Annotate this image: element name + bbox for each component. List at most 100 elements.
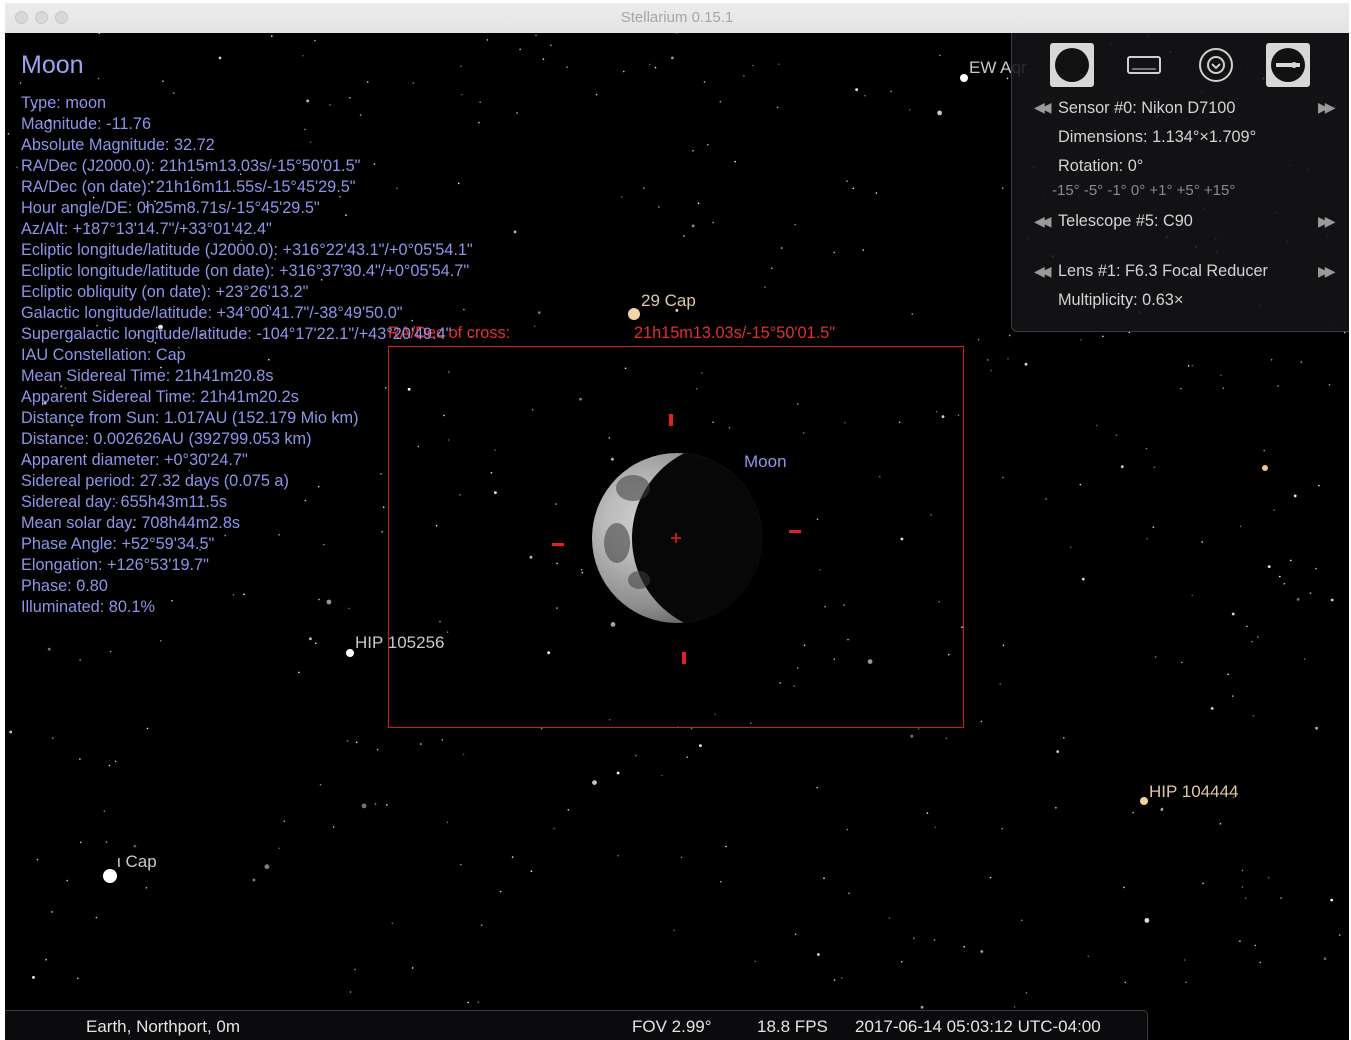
star [1154,656,1157,658]
previous-lens-icon[interactable]: ◀◀ [1034,263,1051,280]
star [1328,384,1331,386]
oculars-settings-button[interactable] [1266,43,1310,87]
bright-star[interactable] [628,308,640,320]
star [114,760,117,763]
sensor-name: Sensor #0: Nikon D7100 [1058,99,1236,117]
star [36,858,39,861]
lens-multiplicity: Multiplicity: 0.63× [1058,291,1184,309]
star [1283,582,1286,585]
star [7,133,10,135]
star [980,950,984,953]
star [376,748,379,751]
rotation-steps[interactable]: -15° -5° -1° 0° +1° +5° +15° [1052,182,1235,199]
ocular-toggle-button[interactable] [1194,43,1238,87]
star [1115,434,1118,437]
star [676,33,678,34]
star [79,841,82,844]
star [778,63,780,65]
star [146,727,149,730]
star [620,196,623,198]
star [1180,387,1182,390]
star-label-29-cap[interactable]: 29 Cap [641,291,696,311]
star [1013,1006,1016,1008]
star [1318,484,1320,487]
star [776,106,779,109]
status-bar: Earth, Northport, 0m FOV 2.99° 18.8 FPS … [5,1010,1148,1040]
star [467,1001,470,1004]
previous-telescope-icon[interactable]: ◀◀ [1034,213,1051,230]
sensor-dimensions: Dimensions: 1.134°×1.709° [1058,128,1257,146]
star [1220,374,1222,377]
star [833,979,836,981]
ccd-cross-value: 21h15m13.03s/-15°50'01.5" [634,324,835,342]
star [697,202,700,204]
star [567,809,570,811]
star [616,771,620,775]
star [823,877,825,879]
bright-star[interactable] [960,74,968,82]
star [1330,898,1334,902]
star [1021,919,1023,922]
object-info-line: Mean solar day: 708h44m2.8s [21,514,241,532]
star [910,734,914,738]
bright-star[interactable] [103,869,117,883]
star [1191,594,1193,597]
star [298,671,300,674]
star [480,924,483,926]
star [692,150,694,152]
star [1185,981,1187,984]
next-telescope-icon[interactable]: ▶▶ [1318,213,1335,230]
bright-star[interactable] [346,649,354,657]
star [530,870,533,872]
star [848,892,850,895]
star-label-hip-105256[interactable]: HIP 105256 [355,633,444,653]
previous-sensor-icon[interactable]: ◀◀ [1034,99,1051,116]
star [79,659,81,661]
star [707,144,709,146]
datetime-text[interactable]: 2017-06-14 05:03:12 UTC-04:00 [855,1017,1101,1037]
star [535,34,537,37]
bright-star[interactable] [1262,465,1268,471]
next-lens-icon[interactable]: ▶▶ [1318,263,1335,280]
star [673,929,675,932]
star [846,828,849,831]
star [725,845,727,848]
crosshair-tick-bottom [682,652,686,664]
star [542,58,545,60]
lens-name: Lens #1: F6.3 Focal Reducer [1058,262,1268,280]
star [980,720,983,723]
object-info-line: RA/Dec (J2000.0): 21h15m13.03s/-15°50'01… [21,157,361,175]
star [391,922,394,925]
star [817,953,820,956]
star-label-hip-104444[interactable]: HIP 104444 [1149,782,1238,802]
next-sensor-icon[interactable]: ▶▶ [1318,99,1335,116]
moon-label[interactable]: Moon [744,452,787,472]
star [989,876,992,879]
star [1191,364,1194,367]
star [1330,598,1334,602]
star [32,976,35,979]
ccd-toggle-button[interactable] [1050,43,1094,87]
title-bar[interactable]: Stellarium 0.15.1 [5,3,1349,34]
star [1210,707,1214,710]
star [920,1005,924,1009]
location-text[interactable]: Earth, Northport, 0m [86,1017,240,1037]
star [145,887,148,889]
star [703,81,706,83]
star [939,54,941,57]
star [540,727,543,730]
bright-star[interactable] [1140,797,1148,805]
star-label-iota-cap[interactable]: ι Cap [117,852,157,872]
crosshair-center [671,537,681,539]
star [1267,876,1270,879]
telrad-toggle-button[interactable] [1122,43,1166,87]
star [77,977,79,980]
star [743,74,745,77]
object-info-line: Sidereal period: 27.32 days (0.075 a) [21,472,289,490]
star [1002,476,1004,479]
object-info-line: Az/Alt: +187°13'14.7"/+33°01'42.4" [21,220,272,238]
object-info-line: Elongation: +126°53'19.7" [21,556,209,574]
object-info-line: Ecliptic longitude/latitude (J2000.0): +… [21,241,473,259]
fps-text: 18.8 FPS [757,1017,828,1036]
sky-view[interactable]: RA/Dec of cross: 21h15m13.03s/-15°50'01.… [5,33,1349,1040]
